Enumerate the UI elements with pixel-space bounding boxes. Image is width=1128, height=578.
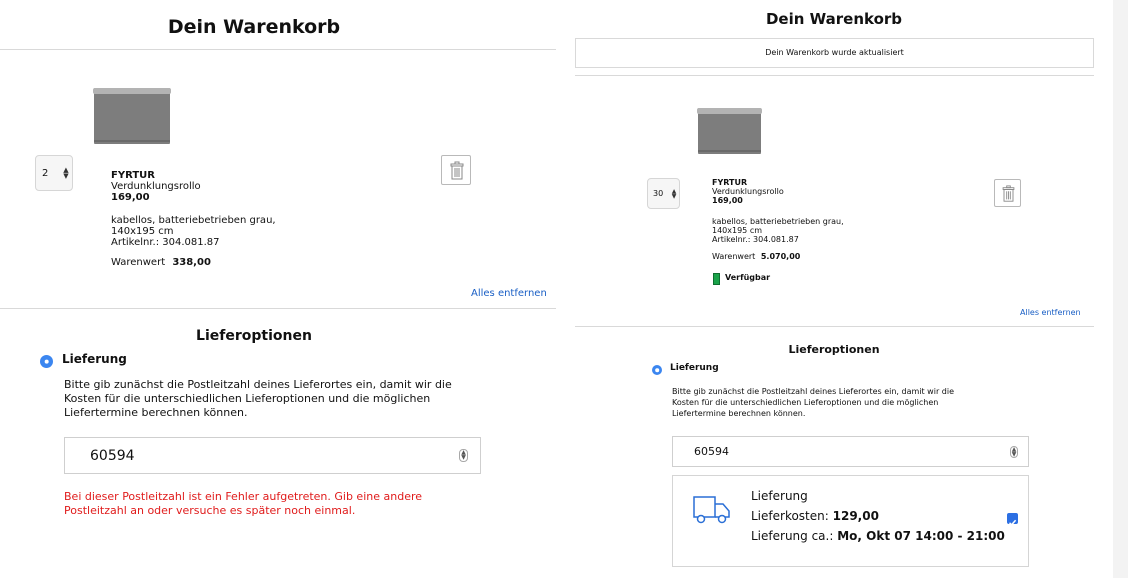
product-type: Verdunklungsrollo [712,187,784,196]
availability-status: Verfügbar [725,273,771,282]
remove-all-link[interactable]: Alles entfernen [471,288,547,299]
delivery-options-title: Lieferoptionen [788,343,880,356]
checkmark-icon [1008,519,1017,526]
select-arrows-icon: ▲ ▼ [671,187,677,200]
delivery-radio[interactable] [40,355,53,368]
zip-info-text: Liefertermine berechnen können. [64,406,248,419]
delivery-options-title: Lieferoptionen [196,328,312,344]
product-description: kabellos, batteriebetrieben grau, [111,215,276,226]
cart-value: 338,00 [172,257,211,268]
zip-info-text: Bitte gib zunächst die Postleitzahl dein… [64,378,452,391]
zip-info-text: Liefertermine berechnen können. [672,409,806,418]
delivery-cost-value: 129,00 [832,509,879,523]
stepper-icon[interactable]: ▲ ▼ [1010,446,1018,458]
divider [575,326,1094,327]
zip-info-text: Bitte gib zunächst die Postleitzahl dein… [672,387,955,396]
cart-value-label: Warenwert [111,257,166,268]
cart-value-row: Warenwert 5.070,00 [712,252,800,261]
delivery-date-value: Mo, Okt 07 14:00 - 21:00 [837,529,1005,543]
product-article-number: Artikelnr.: 304.081.87 [111,237,220,248]
delivery-option-card[interactable]: Lieferung Lieferkosten: 129,00 Lieferung… [672,475,1029,567]
delivery-radio[interactable] [652,365,662,375]
scrollbar-track[interactable] [1113,0,1128,578]
zip-info-text: Kosten für die unterschiedlichen Liefero… [64,392,431,405]
delivery-cost-row: Lieferkosten: 129,00 [751,509,879,523]
product-price: 169,00 [111,192,150,203]
zip-input[interactable]: 60594 ▲ ▼ [64,437,481,474]
delete-item-button[interactable] [441,155,471,185]
product-article-number: Artikelnr.: 304.081.87 [712,235,799,244]
zip-value: 60594 [90,447,135,464]
zip-error-message: Bei dieser Postleitzahl ist ein Fehler a… [64,490,423,503]
cart-value-row: Warenwert 338,00 [111,257,211,268]
product-dimensions: 140x195 cm [111,226,174,237]
delivery-option-checkbox[interactable] [1007,513,1018,526]
remove-all-link[interactable]: Alles entfernen [1020,308,1081,317]
product-price: 169,00 [712,196,743,205]
cart-value: 5.070,00 [760,252,801,261]
zip-input[interactable]: 60594 ▲ ▼ [672,436,1029,467]
trash-icon [1002,185,1015,202]
delivery-radio-label[interactable]: Lieferung [670,363,719,373]
cart-panel-left: Dein Warenkorb 2 ▲ ▼ FYRTUR Verdunklungsr… [0,0,556,578]
page-title: Dein Warenkorb [765,10,903,28]
zip-value: 60594 [694,445,729,458]
product-type: Verdunklungsrollo [111,181,201,192]
divider [0,308,556,309]
zip-info-text: Kosten für die unterschiedlichen Liefero… [672,398,939,407]
product-name[interactable]: FYRTUR [111,170,155,181]
product-image[interactable] [93,88,171,144]
delivery-option-name: Lieferung [751,489,808,503]
divider [575,75,1094,76]
delivery-radio-label[interactable]: Lieferung [62,352,127,366]
trash-icon [450,161,464,180]
zip-error-message: Postleitzahl an oder versuche es später … [64,504,356,517]
quantity-value: 30 [653,189,664,198]
product-description: kabellos, batteriebetrieben grau, [712,217,844,226]
cart-update-notice: Dein Warenkorb wurde aktualisiert [575,38,1094,68]
delivery-truck-icon [693,496,730,524]
quantity-select[interactable]: 30 ▲ ▼ [647,178,680,209]
divider [0,49,556,50]
cart-value-label: Warenwert [712,252,756,261]
delivery-date-row: Lieferung ca.: Mo, Okt 07 14:00 - 21:00 [751,529,1005,543]
product-image[interactable] [697,108,762,154]
availability-icon [713,273,720,285]
select-arrows-icon: ▲ ▼ [63,166,69,180]
cart-panel-right: Dein Warenkorb Dein Warenkorb wurde aktu… [566,0,1113,578]
quantity-value: 2 [42,167,49,179]
stepper-icon[interactable]: ▲ ▼ [459,449,468,462]
product-name[interactable]: FYRTUR [712,178,747,187]
product-dimensions: 140x195 cm [712,226,763,235]
delete-item-button[interactable] [994,179,1021,207]
quantity-select[interactable]: 2 ▲ ▼ [35,155,73,191]
delivery-date-label: Lieferung ca.: [751,529,834,543]
page-title: Dein Warenkorb [167,16,341,38]
delivery-cost-label: Lieferkosten: [751,509,829,523]
